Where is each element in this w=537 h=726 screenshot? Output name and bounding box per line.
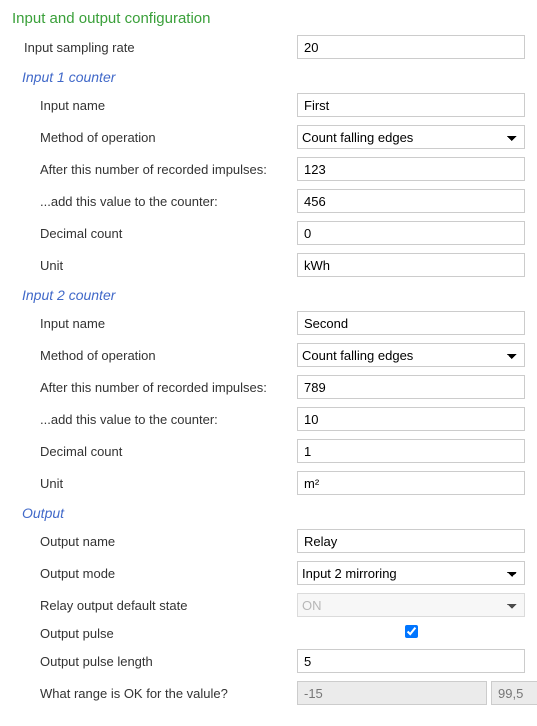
input2-decimal-input[interactable] — [297, 439, 525, 463]
output-range-label: What range is OK for the valule? — [12, 686, 297, 701]
input2-name-label: Input name — [12, 316, 297, 331]
output-defaultstate-label: Relay output default state — [12, 598, 297, 613]
input1-name-input[interactable] — [297, 93, 525, 117]
input2-addvalue-label: ...add this value to the counter: — [12, 412, 297, 427]
output-mode-select[interactable]: Input 2 mirroring — [297, 561, 525, 585]
input1-addvalue-label: ...add this value to the counter: — [12, 194, 297, 209]
input1-method-select[interactable]: Count falling edges — [297, 125, 525, 149]
output-name-input[interactable] — [297, 529, 525, 553]
input1-name-label: Input name — [12, 98, 297, 113]
output-pulselength-input[interactable] — [297, 649, 525, 673]
output-pulse-checkbox[interactable] — [405, 625, 418, 638]
input1-unit-input[interactable] — [297, 253, 525, 277]
output-pulse-label: Output pulse — [12, 626, 297, 641]
input1-unit-label: Unit — [12, 258, 297, 273]
output-mode-label: Output mode — [12, 566, 297, 581]
input2-unit-label: Unit — [12, 476, 297, 491]
input1-decimal-input[interactable] — [297, 221, 525, 245]
output-heading: Output — [22, 505, 525, 521]
input2-unit-input[interactable] — [297, 471, 525, 495]
input1-impulses-label: After this number of recorded impulses: — [12, 162, 297, 177]
input1-addvalue-input[interactable] — [297, 189, 525, 213]
input1-method-label: Method of operation — [12, 130, 297, 145]
input1-impulses-input[interactable] — [297, 157, 525, 181]
input2-impulses-input[interactable] — [297, 375, 525, 399]
output-range-high-input — [491, 681, 537, 705]
sampling-rate-label: Input sampling rate — [12, 40, 297, 55]
input2-addvalue-input[interactable] — [297, 407, 525, 431]
sampling-rate-input[interactable] — [297, 35, 525, 59]
page-title: Input and output configuration — [12, 10, 525, 27]
input1-decimal-label: Decimal count — [12, 226, 297, 241]
input2-method-select[interactable]: Count falling edges — [297, 343, 525, 367]
input2-heading: Input 2 counter — [22, 287, 525, 303]
output-name-label: Output name — [12, 534, 297, 549]
output-pulselength-label: Output pulse length — [12, 654, 297, 669]
input2-decimal-label: Decimal count — [12, 444, 297, 459]
input2-name-input[interactable] — [297, 311, 525, 335]
output-range-low-input — [297, 681, 487, 705]
input1-heading: Input 1 counter — [22, 69, 525, 85]
output-defaultstate-select: ON — [297, 593, 525, 617]
input2-method-label: Method of operation — [12, 348, 297, 363]
input2-impulses-label: After this number of recorded impulses: — [12, 380, 297, 395]
